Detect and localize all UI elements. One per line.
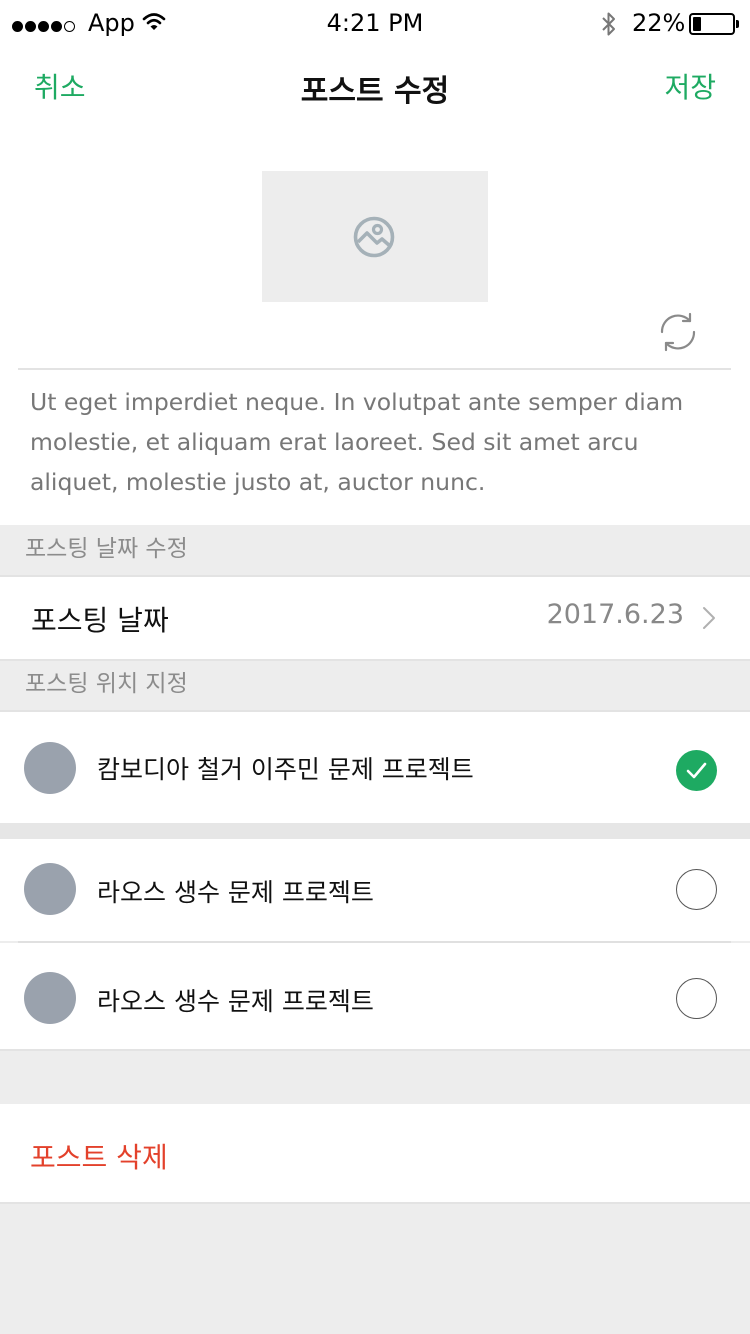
- bluetooth-icon: [600, 10, 618, 42]
- battery-icon: [689, 13, 735, 35]
- list-item-label: 캄보디아 철거 이주민 문제 프로젝트: [97, 755, 474, 784]
- avatar: [24, 972, 76, 1024]
- section-header-location: 포스팅 위치 지정: [0, 661, 750, 710]
- section-header-date: 포스팅 날짜 수정: [0, 525, 750, 575]
- avatar: [24, 742, 76, 794]
- refresh-icon[interactable]: [656, 312, 700, 356]
- list-item[interactable]: 라오스 생수 문제 프로젝트: [0, 943, 750, 1049]
- image-placeholder[interactable]: [262, 171, 488, 302]
- date-row[interactable]: 포스팅 날짜 2017.6.23: [0, 577, 750, 660]
- status-bar: App 4:21 PM 22%: [0, 0, 750, 48]
- list-item[interactable]: 캄보디아 철거 이주민 문제 프로젝트: [0, 712, 750, 823]
- nav-bar: 취소 포스트 수정 저장: [0, 48, 750, 120]
- save-button[interactable]: 저장: [664, 66, 716, 106]
- list-item-label: 라오스 생수 문제 프로젝트: [97, 987, 374, 1016]
- page-title: 포스트 수정: [300, 74, 450, 109]
- radio-unselected[interactable]: [676, 978, 717, 1019]
- divider: [18, 368, 731, 370]
- divider: [0, 1202, 750, 1204]
- date-label: 포스팅 날짜: [31, 604, 169, 637]
- avatar: [24, 863, 76, 915]
- chevron-right-icon: [702, 606, 716, 634]
- battery-percentage: 22%: [632, 9, 686, 37]
- divider: [0, 823, 750, 839]
- divider: [0, 1049, 750, 1051]
- radio-unselected[interactable]: [676, 869, 717, 910]
- delete-post-row[interactable]: 포스트 삭제: [0, 1104, 750, 1202]
- list-item-label: 라오스 생수 문제 프로젝트: [97, 878, 374, 907]
- image-icon: [352, 215, 396, 263]
- check-icon: [686, 762, 707, 779]
- delete-post-button[interactable]: 포스트 삭제: [30, 1136, 168, 1176]
- post-body-text[interactable]: Ut eget imperdiet neque. In volutpat ant…: [30, 382, 730, 502]
- post-editor: Ut eget imperdiet neque. In volutpat ant…: [0, 120, 750, 525]
- battery-tip: [736, 20, 739, 28]
- list-item[interactable]: 라오스 생수 문제 프로젝트: [0, 839, 750, 941]
- radio-selected[interactable]: [676, 750, 717, 791]
- date-value: 2017.6.23: [546, 599, 684, 630]
